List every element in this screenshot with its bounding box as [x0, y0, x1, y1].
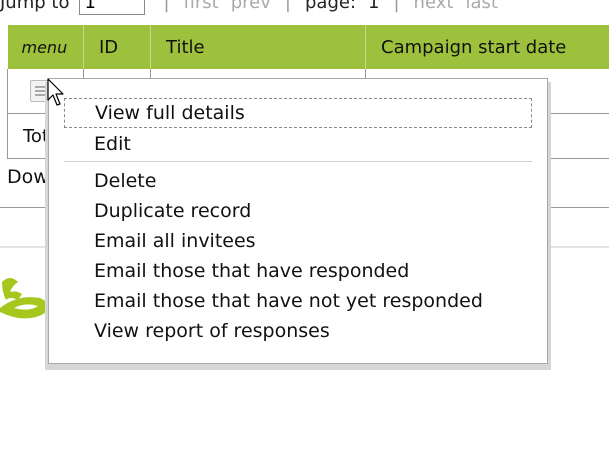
pagination-bar: Jump to | first prev | page: 1 | next la…	[0, 0, 609, 18]
menu-divider	[64, 161, 532, 162]
download-link[interactable]: Dow	[7, 166, 49, 188]
pager-separator: |	[284, 0, 291, 13]
mouse-cursor-icon	[47, 78, 64, 106]
column-header-title[interactable]: Title	[150, 25, 366, 69]
menu-item-view-report[interactable]: View report of responses	[64, 316, 532, 346]
table-header-row: menu ID Title Campaign start date	[7, 25, 609, 69]
menu-item-duplicate-record[interactable]: Duplicate record	[64, 196, 532, 226]
page-label: page:	[304, 0, 357, 13]
next-page-link: next	[413, 0, 454, 13]
menu-item-delete[interactable]: Delete	[64, 166, 532, 196]
menu-item-edit[interactable]: Edit	[64, 129, 532, 159]
prev-page-link: prev	[230, 0, 271, 13]
jump-to-page-input[interactable]	[79, 0, 146, 15]
current-page-number: 1	[368, 0, 380, 13]
menu-item-view-full-details[interactable]: View full details	[64, 98, 532, 128]
column-header-menu: menu	[7, 25, 84, 69]
row-context-menu: View full details Edit Delete Duplicate …	[48, 78, 548, 364]
column-header-campaign-start-date[interactable]: Campaign start date	[365, 25, 609, 69]
menu-item-email-not-responded[interactable]: Email those that have not yet responded	[64, 286, 532, 316]
first-page-link: first	[183, 0, 219, 13]
pager-separator: |	[163, 0, 170, 13]
pager-separator: |	[393, 0, 400, 13]
column-header-id[interactable]: ID	[83, 25, 151, 69]
menu-item-email-all-invitees[interactable]: Email all invitees	[64, 226, 532, 256]
last-page-link: last	[465, 0, 498, 13]
jump-to-label: Jump to	[0, 0, 70, 13]
menu-item-email-responded[interactable]: Email those that have responded	[64, 256, 532, 286]
